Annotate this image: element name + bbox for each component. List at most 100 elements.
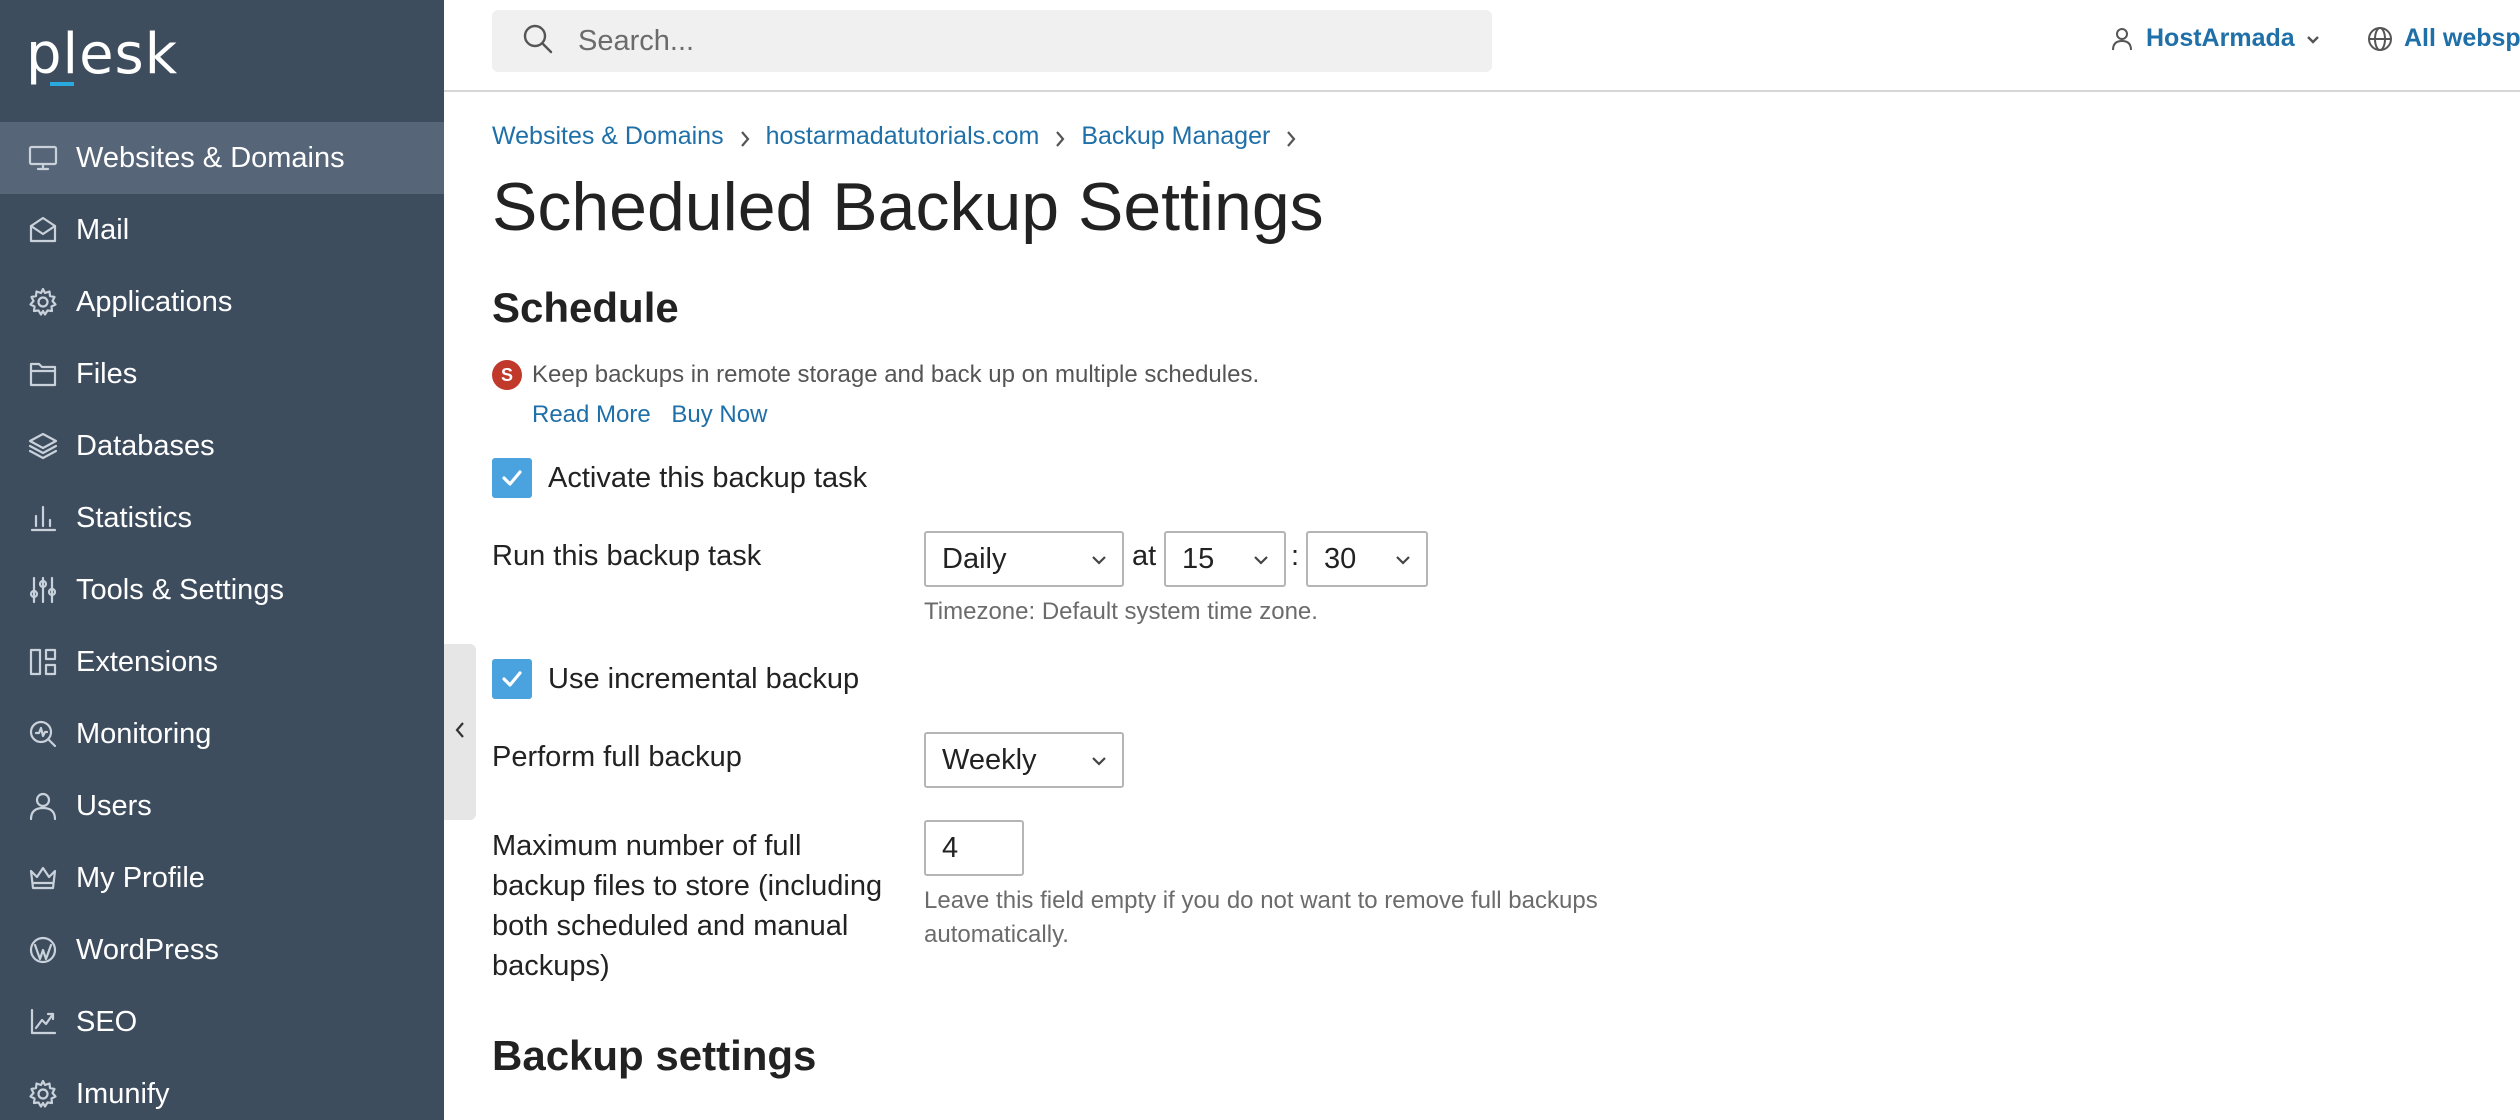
sidebar-collapse-button[interactable]	[444, 644, 476, 820]
schedule-section-title: Schedule	[492, 284, 679, 331]
sidebar-item-wordpress[interactable]: WordPress	[0, 914, 444, 986]
activate-task-checkbox[interactable]: Activate this backup task	[492, 458, 867, 498]
sidebar-item-label: Monitoring	[76, 717, 212, 750]
sidebar-item-extensions[interactable]: Extensions	[0, 626, 444, 698]
at-label: at	[1132, 540, 1157, 572]
bar-chart-icon	[26, 501, 60, 535]
full-backup-label: Perform full backup	[492, 741, 742, 773]
hour-select[interactable]: 15	[1164, 531, 1286, 587]
max-files-hint: Leave this field empty if you do not wan…	[924, 887, 1598, 948]
globe-icon	[2368, 26, 2392, 51]
breadcrumb-websites-domains[interactable]: Websites & Domains	[492, 122, 724, 151]
sidebar-item-label: Files	[76, 357, 138, 390]
promo-notice: S Keep backups in remote storage and bac…	[492, 360, 1259, 390]
breadcrumb-domain[interactable]: hostarmadatutorials.com	[766, 122, 1040, 151]
webspaces-menu[interactable]: All webspa	[2366, 24, 2520, 53]
sidebar-item-seo[interactable]: SEO	[0, 986, 444, 1058]
search-bar[interactable]	[492, 10, 1492, 72]
backup-settings-section-title: Backup settings	[492, 1032, 817, 1079]
sidebar-item-label: Imunify	[76, 1077, 170, 1110]
incremental-backup-label: Use incremental backup	[548, 662, 860, 695]
user-menu[interactable]: HostArmada	[2108, 24, 2321, 53]
sidebar-item-users[interactable]: Users	[0, 770, 444, 842]
incremental-backup-checkbox[interactable]: Use incremental backup	[492, 659, 859, 699]
breadcrumb: Websites & Domains hostarmadatutorials.c…	[492, 122, 1312, 151]
breadcrumb-backup-manager[interactable]: Backup Manager	[1081, 122, 1270, 151]
sidebar-item-label: Extensions	[76, 645, 218, 678]
minute-value: 30	[1324, 542, 1357, 575]
mail-icon	[26, 213, 60, 247]
wordpress-icon	[26, 933, 60, 967]
max-files-label: Maximum number of full backup files to s…	[492, 830, 883, 982]
chevron-down-icon	[2306, 35, 2319, 44]
sidebar-item-label: Websites & Domains	[76, 141, 345, 174]
user-name: HostArmada	[2146, 24, 2295, 52]
time-colon: :	[1291, 540, 1300, 572]
chevron-down-icon	[1092, 757, 1106, 766]
sidebar-item-statistics[interactable]: Statistics	[0, 482, 444, 554]
sidebar-nav: Websites & Domains Mail Applications Fil…	[0, 122, 444, 1120]
hour-value: 15	[1182, 542, 1215, 575]
sidebar-item-label: My Profile	[76, 861, 205, 894]
sidebar-item-mail[interactable]: Mail	[0, 194, 444, 266]
seo-icon	[26, 1005, 60, 1039]
sidebar-item-label: Statistics	[76, 501, 193, 534]
page-title: Scheduled Backup Settings	[492, 169, 1324, 245]
sidebar-item-applications[interactable]: Applications	[0, 266, 444, 338]
sidebar-item-label: Databases	[76, 429, 215, 462]
plesk-logo[interactable]: plesk	[26, 22, 178, 87]
full-backup-frequency-select[interactable]: Weekly	[924, 732, 1124, 788]
grid-icon	[26, 645, 60, 679]
chevron-down-icon	[1092, 556, 1106, 565]
minute-select[interactable]: 30	[1306, 531, 1428, 587]
sliders-icon	[26, 573, 60, 607]
gear-icon	[26, 285, 60, 319]
sidebar-item-label: Users	[76, 789, 152, 822]
chevron-right-icon	[738, 127, 752, 147]
chevron-left-icon	[451, 719, 469, 746]
sidebar-item-databases[interactable]: Databases	[0, 410, 444, 482]
user-icon	[26, 789, 60, 823]
sidebar-item-websites-domains[interactable]: Websites & Domains	[0, 122, 444, 194]
gear-icon	[26, 1077, 60, 1111]
sidebar-item-tools-settings[interactable]: Tools & Settings	[0, 554, 444, 626]
promo-links: Read More Buy Now	[532, 401, 781, 429]
sidebar-item-label: Applications	[76, 285, 233, 318]
sidebar-item-label: Mail	[76, 213, 130, 246]
chevron-down-icon	[1254, 556, 1268, 565]
sidebar-item-monitoring[interactable]: Monitoring	[0, 698, 444, 770]
monitoring-icon	[26, 717, 60, 751]
read-more-link[interactable]: Read More	[532, 401, 651, 428]
search-icon	[520, 21, 556, 62]
logo-accent	[50, 82, 74, 86]
sidebar-item-imunify[interactable]: Imunify	[0, 1058, 444, 1120]
promo-badge-icon: S	[492, 360, 522, 390]
crown-icon	[26, 861, 60, 895]
top-header: HostArmada All webspa	[444, 0, 2520, 92]
sidebar-item-my-profile[interactable]: My Profile	[0, 842, 444, 914]
full-backup-frequency-value: Weekly	[942, 743, 1037, 776]
frequency-select[interactable]: Daily	[924, 531, 1124, 587]
sidebar-item-files[interactable]: Files	[0, 338, 444, 410]
sidebar-item-label: Tools & Settings	[76, 573, 284, 606]
search-input[interactable]	[576, 23, 1476, 59]
chevron-down-icon	[1396, 556, 1410, 565]
folder-icon	[26, 357, 60, 391]
sidebar-item-label: WordPress	[76, 933, 219, 966]
sidebar: plesk Websites & Domains Mail Applicatio…	[0, 0, 444, 1120]
frequency-value: Daily	[942, 542, 1007, 575]
run-task-label: Run this backup task	[492, 540, 762, 572]
promo-text: Keep backups in remote storage and back …	[532, 361, 1260, 388]
chevron-right-icon	[1284, 127, 1298, 147]
checkbox-checked-icon	[492, 659, 532, 699]
activate-task-label: Activate this backup task	[548, 461, 868, 494]
timezone-hint: Timezone: Default system time zone.	[924, 598, 1318, 625]
checkbox-checked-icon	[492, 458, 532, 498]
max-files-input[interactable]	[924, 820, 1024, 876]
monitor-icon	[26, 141, 60, 175]
chevron-right-icon	[1053, 127, 1067, 147]
layers-icon	[26, 429, 60, 463]
webspaces-label: All webspa	[2404, 24, 2520, 52]
sidebar-item-label: SEO	[76, 1005, 138, 1038]
buy-now-link[interactable]: Buy Now	[671, 401, 767, 428]
